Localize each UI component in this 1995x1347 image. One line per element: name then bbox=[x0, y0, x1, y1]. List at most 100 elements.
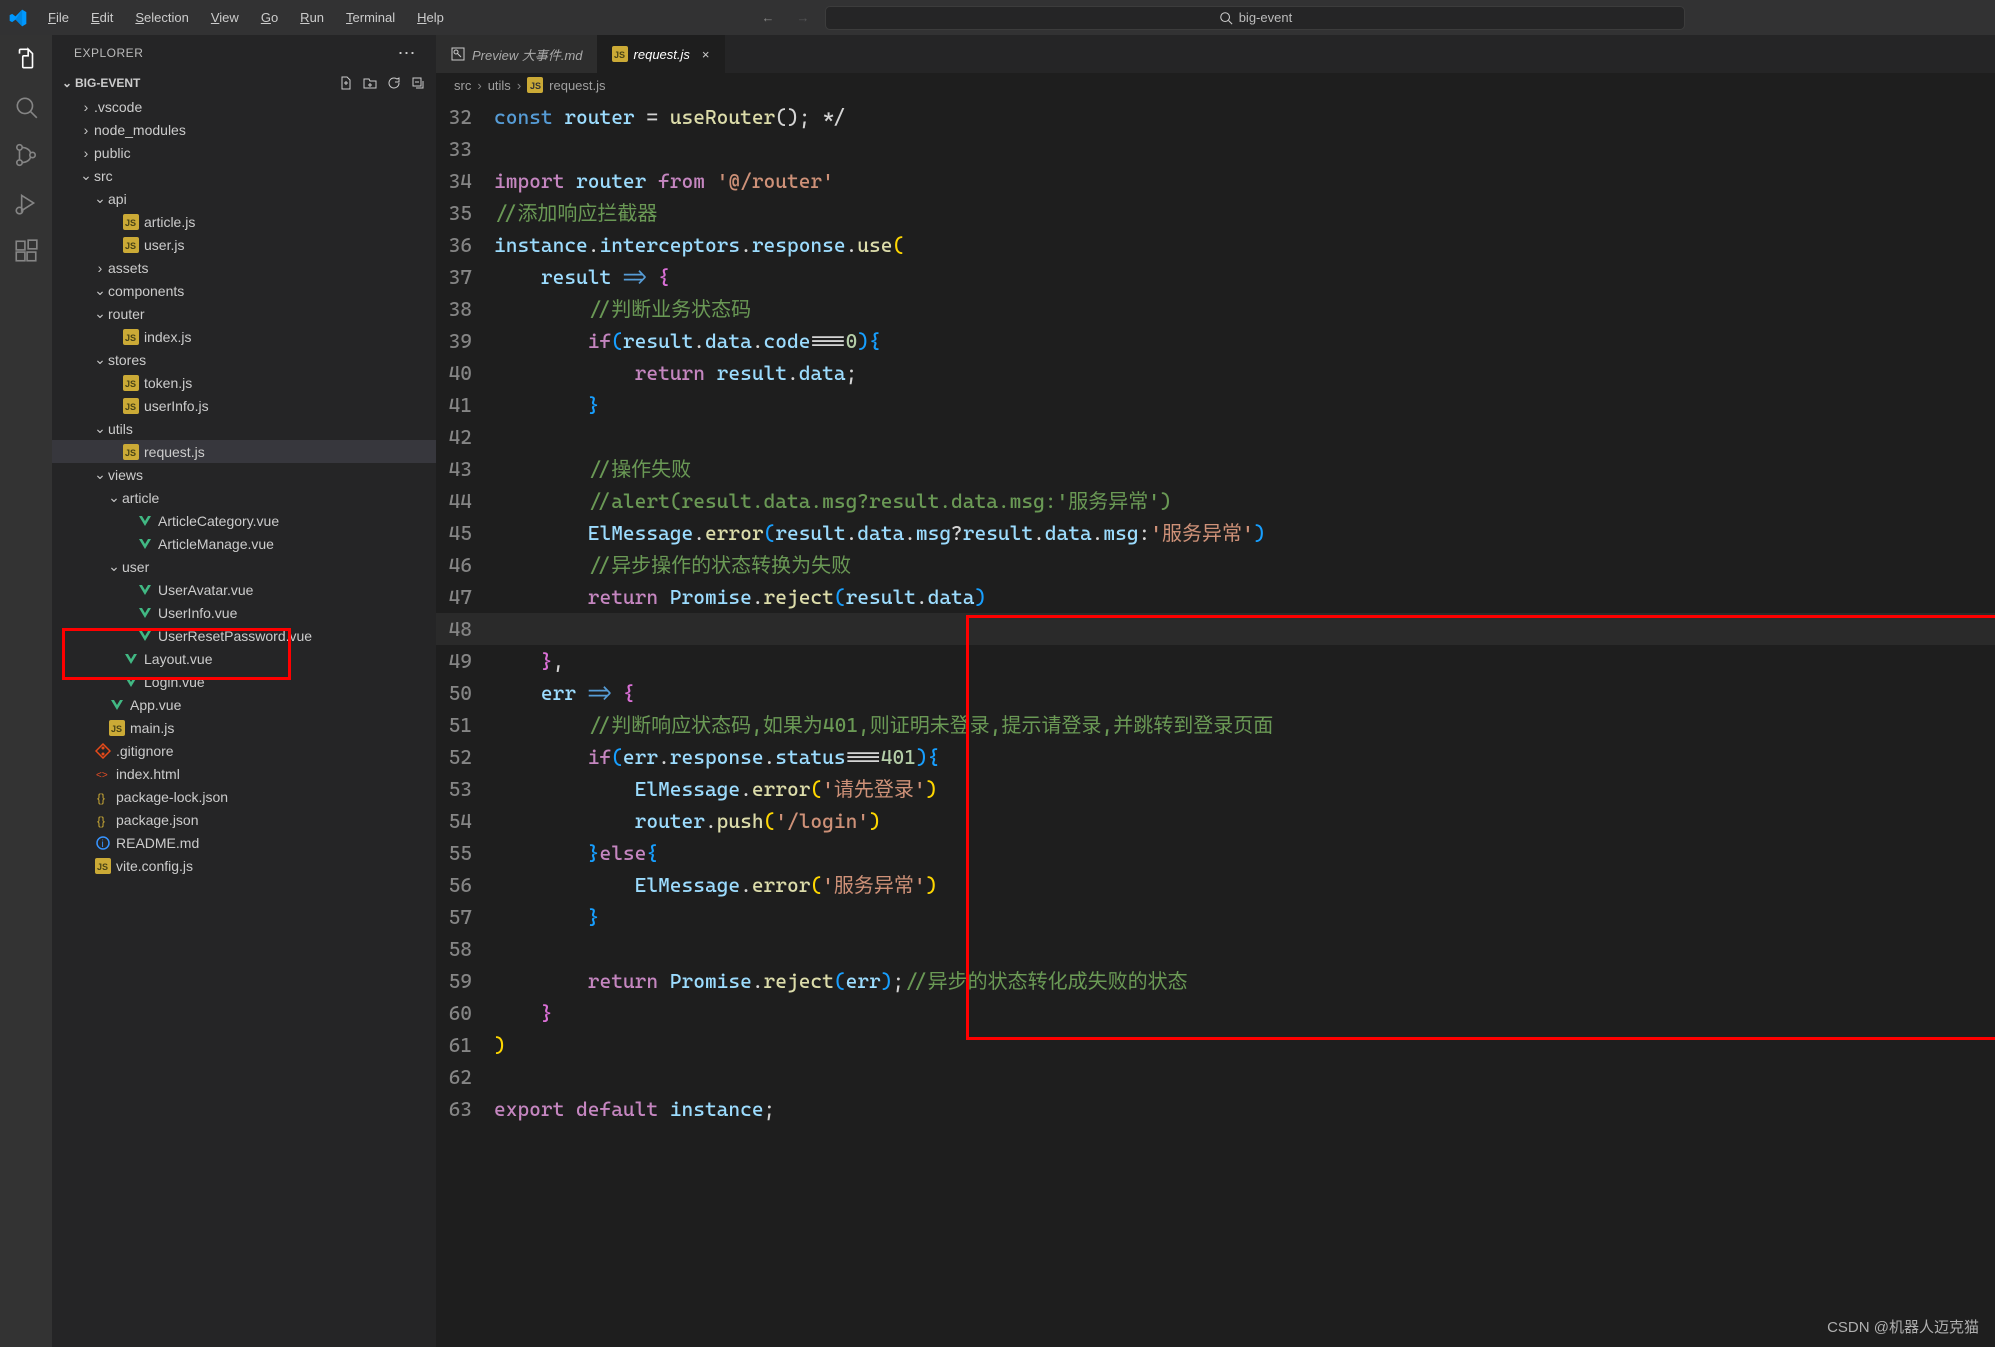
tree-folder[interactable]: ›.vscode bbox=[52, 95, 436, 118]
chevron-down-icon: ⌄ bbox=[92, 305, 108, 322]
tree-folder[interactable]: ⌄stores bbox=[52, 348, 436, 371]
new-file-icon[interactable] bbox=[338, 75, 354, 91]
tree-item-label: App.vue bbox=[130, 697, 181, 713]
tree-file[interactable]: JSarticle.js bbox=[52, 210, 436, 233]
tree-folder[interactable]: ⌄components bbox=[52, 279, 436, 302]
code-line[interactable]: ElMessage.error('服务异常') bbox=[494, 869, 937, 901]
code-line[interactable]: return Promise.reject(result.data) bbox=[494, 581, 986, 613]
code-line[interactable]: router.push('/login') bbox=[494, 805, 881, 837]
run-debug-icon[interactable] bbox=[12, 189, 40, 217]
nav-forward-icon[interactable]: → bbox=[790, 6, 815, 29]
tree-file[interactable]: JSmain.js bbox=[52, 716, 436, 739]
code-line[interactable]: err => { bbox=[494, 677, 635, 709]
tree-file[interactable]: Login.vue bbox=[52, 670, 436, 693]
code-line[interactable]: export default instance; bbox=[494, 1093, 775, 1125]
tree-item-label: article bbox=[122, 490, 159, 506]
tree-file[interactable]: JSindex.js bbox=[52, 325, 436, 348]
collapse-all-icon[interactable] bbox=[410, 75, 426, 91]
tree-folder[interactable]: ⌄api bbox=[52, 187, 436, 210]
tree-folder[interactable]: ⌄src bbox=[52, 164, 436, 187]
code-line[interactable]: //操作失败 bbox=[494, 453, 691, 485]
menu-help[interactable]: Help bbox=[407, 6, 454, 29]
breadcrumb-item[interactable]: utils bbox=[488, 78, 511, 93]
tree-folder[interactable]: ›public bbox=[52, 141, 436, 164]
tree-folder[interactable]: ⌄views bbox=[52, 463, 436, 486]
tree-file[interactable]: .gitignore bbox=[52, 739, 436, 762]
chevron-down-icon: ⌄ bbox=[78, 167, 94, 184]
tree-file[interactable]: JSvite.config.js bbox=[52, 854, 436, 877]
breadcrumb-item[interactable]: request.js bbox=[549, 78, 605, 93]
tree-file[interactable]: UserAvatar.vue bbox=[52, 578, 436, 601]
menu-go[interactable]: Go bbox=[251, 6, 288, 29]
code-line[interactable]: }else{ bbox=[494, 837, 658, 869]
extensions-icon[interactable] bbox=[12, 237, 40, 265]
code-line[interactable]: if(err.response.status===401){ bbox=[494, 741, 939, 773]
menu-terminal[interactable]: Terminal bbox=[336, 6, 405, 29]
tree-folder[interactable]: ⌄router bbox=[52, 302, 436, 325]
tree-file[interactable]: UserResetPassword.vue bbox=[52, 624, 436, 647]
tree-folder[interactable]: ⌄utils bbox=[52, 417, 436, 440]
tree-file[interactable]: JSrequest.js bbox=[52, 440, 436, 463]
code-line[interactable]: ElMessage.error('请先登录') bbox=[494, 773, 937, 805]
nav-back-icon[interactable]: ← bbox=[755, 6, 780, 29]
tree-file[interactable]: App.vue bbox=[52, 693, 436, 716]
code-line[interactable]: //异步操作的状态转换为失败 bbox=[494, 549, 851, 581]
refresh-icon[interactable] bbox=[386, 75, 402, 91]
code-line[interactable]: //判断业务状态码 bbox=[494, 293, 751, 325]
code-line[interactable]: //判断响应状态码,如果为401,则证明未登录,提示请登录,并跳转到登录页面 bbox=[494, 709, 1273, 741]
menu-run[interactable]: Run bbox=[290, 6, 334, 29]
tree-item-label: README.md bbox=[116, 835, 199, 851]
tree-file[interactable]: {}package.json bbox=[52, 808, 436, 831]
tree-file[interactable]: iREADME.md bbox=[52, 831, 436, 854]
more-actions-icon[interactable]: ⋯ bbox=[398, 43, 417, 64]
chevron-down-icon: ⌄ bbox=[106, 558, 122, 575]
code-line[interactable]: ) bbox=[494, 1029, 506, 1061]
tree-file[interactable]: JStoken.js bbox=[52, 371, 436, 394]
code-line[interactable]: return result.data; bbox=[494, 357, 857, 389]
code-line[interactable]: } bbox=[494, 901, 599, 933]
menu-selection[interactable]: Selection bbox=[125, 6, 198, 29]
menu-file[interactable]: FFileile bbox=[38, 6, 79, 29]
tree-folder[interactable]: ›assets bbox=[52, 256, 436, 279]
code-line[interactable]: }, bbox=[494, 645, 564, 677]
tree-file[interactable]: <>index.html bbox=[52, 762, 436, 785]
tree-file[interactable]: ArticleManage.vue bbox=[52, 532, 436, 555]
code-line[interactable]: instance.interceptors.response.use( bbox=[494, 229, 904, 261]
menu-view[interactable]: View bbox=[201, 6, 249, 29]
tree-file[interactable]: UserInfo.vue bbox=[52, 601, 436, 624]
code-line[interactable]: } bbox=[494, 997, 553, 1029]
tree-file[interactable]: ArticleCategory.vue bbox=[52, 509, 436, 532]
breadcrumb[interactable]: src › utils › JS request.js bbox=[436, 73, 1995, 97]
tree-file[interactable]: {}package-lock.json bbox=[52, 785, 436, 808]
tree-file[interactable]: JSuser.js bbox=[52, 233, 436, 256]
tree-folder[interactable]: ⌄user bbox=[52, 555, 436, 578]
code-line[interactable]: //添加响应拦截器 bbox=[494, 197, 657, 229]
new-folder-icon[interactable] bbox=[362, 75, 378, 91]
code-line[interactable]: //alert(result.data.msg?result.data.msg:… bbox=[494, 485, 1172, 517]
code-line[interactable] bbox=[494, 613, 588, 645]
command-center-search[interactable]: big-event bbox=[825, 6, 1685, 30]
close-icon[interactable]: × bbox=[702, 47, 710, 62]
search-sidebar-icon[interactable] bbox=[12, 93, 40, 121]
tree-folder[interactable]: ›node_modules bbox=[52, 118, 436, 141]
folder-header[interactable]: ⌄ BIG-EVENT bbox=[52, 71, 436, 95]
breadcrumb-item[interactable]: src bbox=[454, 78, 471, 93]
tree-file[interactable]: Layout.vue bbox=[52, 647, 436, 670]
editor-tab[interactable]: JSrequest.js× bbox=[598, 35, 725, 73]
code-editor[interactable]: 32const router = useRouter(); */3334impo… bbox=[436, 97, 1995, 1125]
tree-file[interactable]: JSuserInfo.js bbox=[52, 394, 436, 417]
code-line[interactable]: if(result.data.code===0){ bbox=[494, 325, 881, 357]
editor-tab[interactable]: Preview 大事件.md bbox=[436, 35, 598, 73]
code-line[interactable]: result => { bbox=[494, 261, 670, 293]
code-line[interactable]: import router from '@/router' bbox=[494, 165, 834, 197]
line-number: 38 bbox=[436, 293, 494, 325]
source-control-icon[interactable] bbox=[12, 141, 40, 169]
code-line[interactable]: return Promise.reject(err);//异步的状态转化成失败的… bbox=[494, 965, 1188, 997]
tree-item-label: request.js bbox=[144, 444, 205, 460]
explorer-icon[interactable] bbox=[12, 45, 40, 73]
menu-edit[interactable]: Edit bbox=[81, 6, 123, 29]
code-line[interactable]: const router = useRouter(); */ bbox=[494, 101, 846, 133]
tree-folder[interactable]: ⌄article bbox=[52, 486, 436, 509]
code-line[interactable]: ElMessage.error(result.data.msg?result.d… bbox=[494, 517, 1265, 549]
code-line[interactable]: } bbox=[494, 389, 599, 421]
